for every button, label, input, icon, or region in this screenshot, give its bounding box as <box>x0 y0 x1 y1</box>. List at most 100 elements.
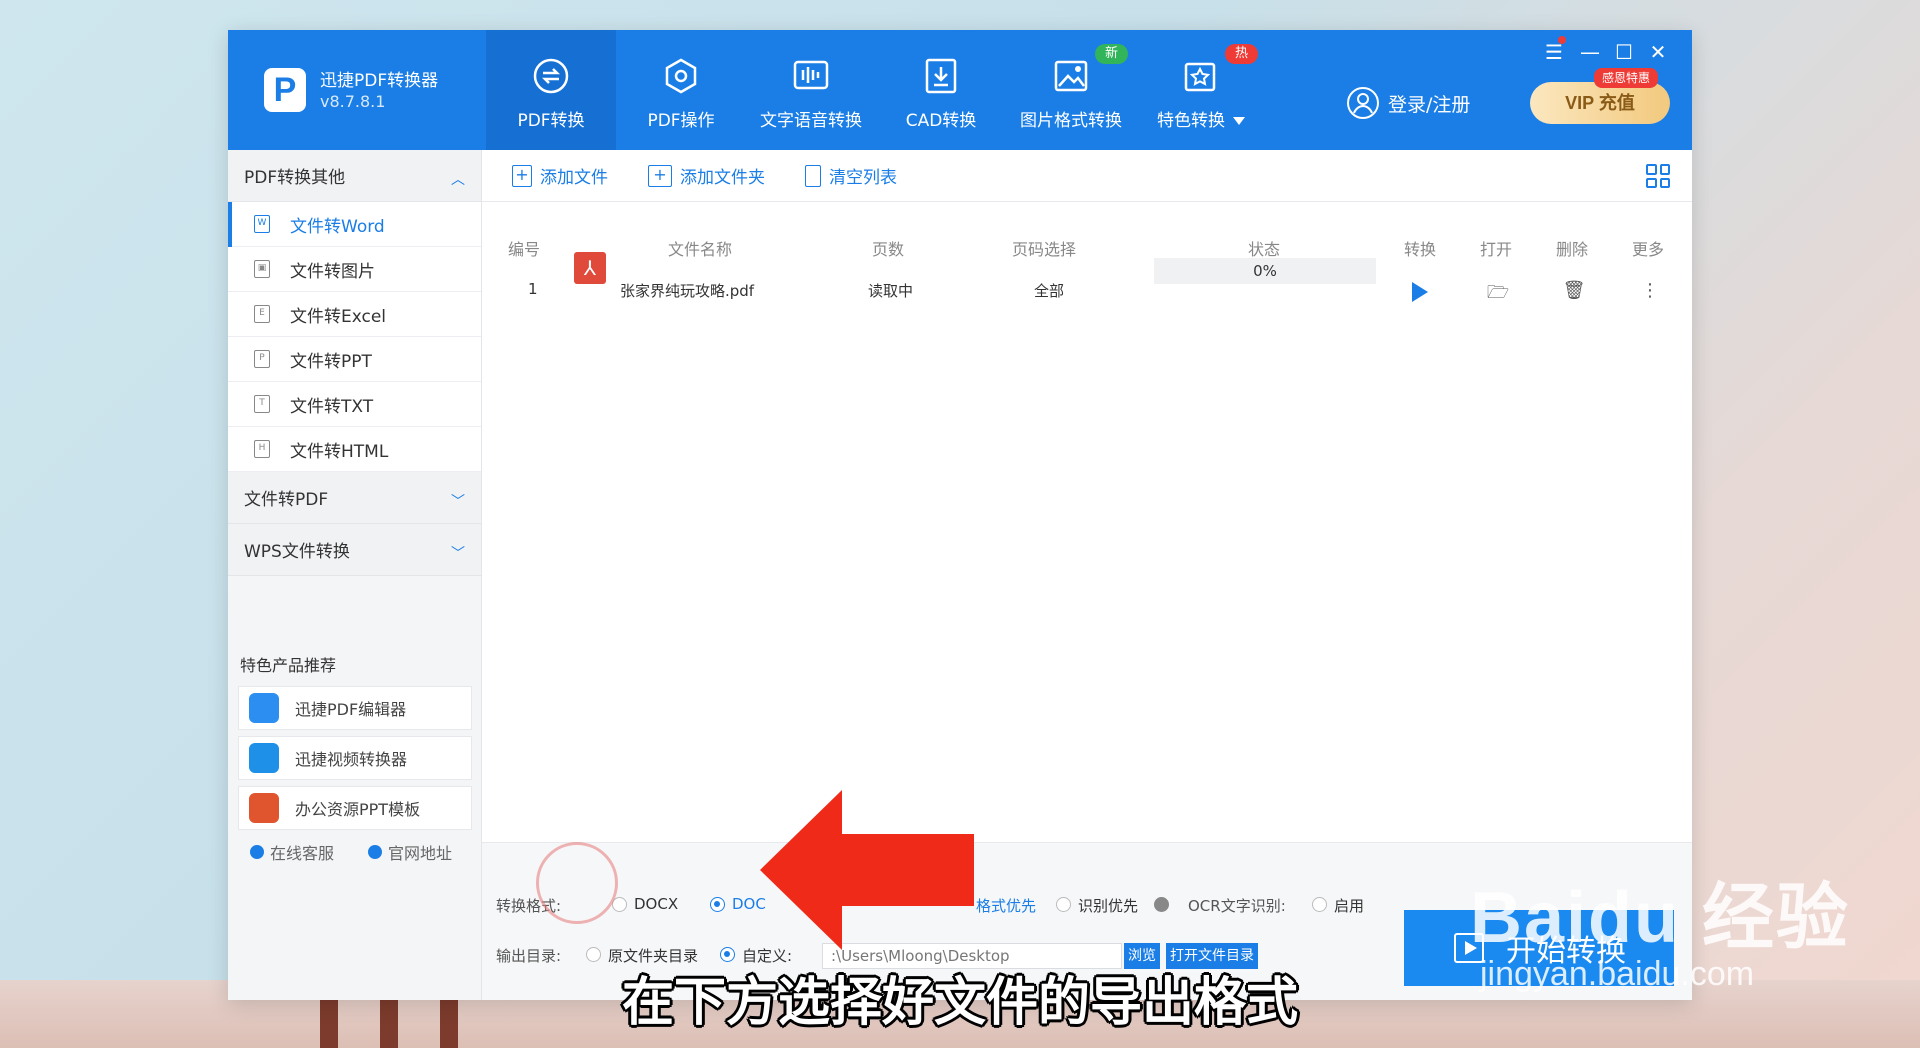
doc-radio[interactable] <box>710 897 725 912</box>
delete-icon[interactable]: 🗑 <box>1562 280 1586 304</box>
vip-promo-tag: 感恩特惠 <box>1594 68 1659 88</box>
col-more: 更多 <box>1632 240 1665 259</box>
group-label: PDF转换其他 <box>244 168 346 188</box>
online-service-link[interactable]: 在线客服 <box>250 840 334 864</box>
website-link[interactable]: 官网地址 <box>368 840 452 864</box>
col-convert: 转换 <box>1404 240 1437 259</box>
image-file-icon: ▣ <box>254 260 270 278</box>
vip-button[interactable]: VIP 充值 <box>1530 82 1670 124</box>
pdf-operate-icon <box>665 58 697 94</box>
nav-label: 特色转换 <box>1136 106 1266 131</box>
promo-label: 办公资源PPT模板 <box>295 800 421 819</box>
ppt-template-icon <box>249 793 279 823</box>
row-filename: 张家界纯玩攻略.pdf <box>620 282 755 300</box>
sidebar-item-label: 文件转Word <box>290 216 385 237</box>
more-icon[interactable]: ⋮ <box>1638 280 1662 304</box>
cad-icon <box>925 58 957 94</box>
add-file-label: 添加文件 <box>540 168 608 188</box>
add-file-icon: + <box>512 164 532 187</box>
promo-label: 迅捷PDF编辑器 <box>295 700 407 719</box>
nav-label: PDF转换 <box>517 111 585 131</box>
row-status-progress: 0% <box>1154 258 1376 284</box>
star-icon <box>1184 62 1216 92</box>
clear-list-label: 清空列表 <box>829 168 897 188</box>
nav-label: 图片格式转换 <box>1020 111 1122 131</box>
main-nav: PDF转换 PDF操作 文字语音转换 CAD转换 图片格式转换 新 特色转换 热 <box>486 30 1266 150</box>
app-name: 迅捷PDF转换器 <box>320 71 439 91</box>
sidebar-group-file-to-pdf[interactable]: 文件转PDF ﹀ <box>228 472 481 524</box>
nav-pdf-convert[interactable]: PDF转换 <box>486 30 616 150</box>
recognize-priority-label[interactable]: 识别优先 <box>1078 895 1138 916</box>
service-label: 在线客服 <box>270 844 335 863</box>
help-icon[interactable] <box>1154 897 1169 912</box>
dropdown-caret-icon <box>1233 117 1245 125</box>
nav-pdf-operate[interactable]: PDF操作 <box>616 30 746 150</box>
sidebar-item-label: 文件转Excel <box>290 306 387 327</box>
sidebar-item-ppt[interactable]: P 文件转PPT <box>228 337 481 382</box>
col-filename: 文件名称 <box>668 240 733 259</box>
sidebar-item-label: 文件转图片 <box>290 261 375 282</box>
sidebar-item-label: 文件转HTML <box>290 441 389 462</box>
sidebar-item-word[interactable]: W 文件转Word <box>228 202 481 247</box>
login-label: 登录/注册 <box>1388 93 1471 116</box>
add-folder-button[interactable]: + 添加文件夹 <box>648 163 765 188</box>
folder-open-icon[interactable]: 🗁 <box>1486 280 1510 304</box>
sidebar-group-pdf-convert-other[interactable]: PDF转换其他 ︿ <box>228 150 481 202</box>
promo-ppt-template[interactable]: 办公资源PPT模板 <box>238 786 472 830</box>
txt-file-icon: T <box>254 395 270 413</box>
col-status: 状态 <box>1248 240 1281 259</box>
ocr-enable-label: 启用 <box>1334 897 1365 915</box>
recognize-priority-radio[interactable] <box>1056 897 1071 912</box>
app-version: v8.7.8.1 <box>320 92 386 111</box>
group-label: 文件转PDF <box>244 490 329 510</box>
click-highlight <box>536 842 618 924</box>
format-priority-option[interactable]: 格式优先 <box>976 895 1036 916</box>
ppt-file-icon: P <box>254 350 270 368</box>
play-icon[interactable] <box>1412 282 1428 302</box>
clear-list-button[interactable]: 清空列表 <box>805 163 897 188</box>
excel-file-icon: E <box>254 305 270 323</box>
nav-label: 文字语音转换 <box>760 111 862 131</box>
sidebar-item-label: 文件转TXT <box>290 396 374 417</box>
row-pages: 读取中 <box>868 282 914 300</box>
nav-voice[interactable]: 文字语音转换 <box>746 30 876 150</box>
promo-title: 特色产品推荐 <box>240 656 337 675</box>
maximize-icon[interactable]: ☐ <box>1612 40 1636 64</box>
login-button[interactable]: 登录/注册 <box>1346 86 1470 120</box>
sidebar-item-label: 文件转PPT <box>290 351 372 372</box>
notification-dot <box>1558 36 1566 44</box>
image-icon <box>1054 60 1088 92</box>
hot-badge: 热 <box>1224 44 1258 64</box>
sidebar-item-excel[interactable]: E 文件转Excel <box>228 292 481 337</box>
col-page-select: 页码选择 <box>1012 240 1077 259</box>
sidebar: PDF转换其他 ︿ W 文件转Word ▣ 文件转图片 E 文件转Excel P… <box>228 150 482 1000</box>
html-file-icon: H <box>254 440 270 458</box>
word-file-icon: W <box>254 215 270 233</box>
subtitle-caption: 在下方选择好文件的导出格式 <box>621 973 1298 1033</box>
grid-view-icon[interactable] <box>1646 164 1670 188</box>
sidebar-item-txt[interactable]: T 文件转TXT <box>228 382 481 427</box>
voice-icon <box>793 60 829 90</box>
close-icon[interactable]: ✕ <box>1646 40 1670 64</box>
nav-special[interactable]: 特色转换 热 <box>1136 30 1266 150</box>
col-number: 编号 <box>508 240 541 259</box>
minimize-icon[interactable]: — <box>1578 40 1602 64</box>
ocr-enable-checkbox[interactable] <box>1312 897 1327 912</box>
pdf-convert-icon <box>533 58 569 94</box>
col-pages: 页数 <box>872 240 905 259</box>
sidebar-item-html[interactable]: H 文件转HTML <box>228 427 481 472</box>
row-page-select[interactable]: 全部 <box>1034 280 1064 301</box>
sidebar-item-image[interactable]: ▣ 文件转图片 <box>228 247 481 292</box>
app-logo: P <box>264 68 306 112</box>
website-label: 官网地址 <box>388 844 453 863</box>
new-badge: 新 <box>1094 44 1128 64</box>
promo-pdf-editor[interactable]: 迅捷PDF编辑器 <box>238 686 472 730</box>
red-arrow-icon <box>760 790 974 950</box>
promo-video-converter[interactable]: 迅捷视频转换器 <box>238 736 472 780</box>
add-file-button[interactable]: + 添加文件 <box>512 163 608 188</box>
sidebar-group-wps[interactable]: WPS文件转换 ﹀ <box>228 524 481 576</box>
docx-label[interactable]: DOCX <box>634 895 678 913</box>
nav-image[interactable]: 图片格式转换 新 <box>1006 30 1136 150</box>
nav-cad[interactable]: CAD转换 <box>876 30 1006 150</box>
add-folder-icon: + <box>648 164 672 187</box>
